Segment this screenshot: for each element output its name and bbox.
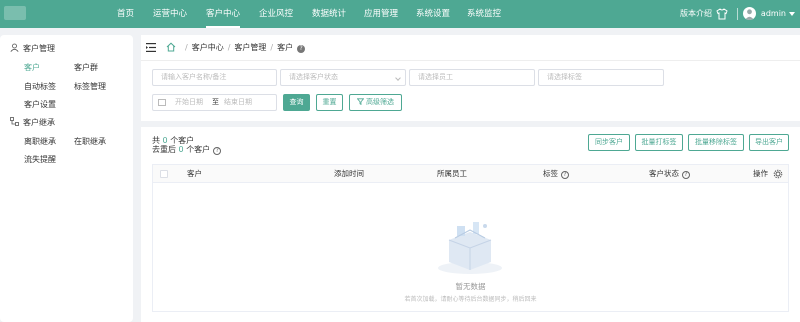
sidebar-group-label: 客户继承 — [23, 118, 55, 127]
select-all-checkbox[interactable] — [160, 170, 168, 178]
sidebar-group-customer-inherit[interactable]: 客户继承 — [10, 117, 55, 128]
sidebar-item-tag-management[interactable]: 标签管理 — [74, 81, 106, 92]
nav-item-operations[interactable]: 运营中心 — [153, 0, 187, 28]
logo[interactable] — [4, 6, 26, 20]
nav-item-apps[interactable]: 应用管理 — [364, 0, 398, 28]
customer-table: 客户 添加时间 所属员工 标签? 客户状态? 操作 暂无数据 若首次加载，请耐心… — [152, 164, 789, 312]
customer-status-placeholder: 请选择客户状态 — [289, 73, 338, 81]
results-panel: 共 0 个客户 去重后 0 个客户? 同步客户 批量打标签 批量移除标签 导出客… — [141, 127, 800, 322]
sidebar-item-auto-tags[interactable]: 自动标签 — [24, 81, 56, 92]
column-header-status: 客户状态? — [649, 165, 690, 183]
search-button[interactable]: 查询 — [283, 94, 310, 111]
username[interactable]: admin — [761, 0, 786, 28]
empty-state-subtitle: 若首次加载，请耐心等待后台数据同步，稍后回来 — [404, 296, 537, 303]
status-header-label: 客户状态 — [649, 169, 679, 178]
calendar-icon — [158, 99, 166, 106]
export-customers-button[interactable]: 导出客户 — [749, 134, 789, 151]
sidebar-item-active-inherit[interactable]: 在职继承 — [74, 136, 106, 147]
top-navbar: 首页 运营中心 客户中心 企业风控 数据统计 应用管理 系统设置 系统监控 版本… — [0, 0, 800, 28]
breadcrumb-separator: / — [185, 43, 188, 52]
sidebar-item-customer-settings[interactable]: 客户设置 — [24, 99, 56, 110]
dedup-prefix: 去重后 — [152, 145, 176, 154]
empty-state-illustration — [438, 222, 502, 274]
dedup-count: 去重后 0 个客户? — [152, 144, 222, 155]
version-intro-link[interactable]: 版本介绍 — [680, 0, 712, 28]
gear-icon[interactable] — [773, 169, 783, 179]
filter-icon — [356, 98, 365, 106]
table-header: 客户 添加时间 所属员工 标签? 客户状态? 操作 — [153, 165, 788, 183]
breadcrumb-bar: / 客户中心 / 客户管理 / 客户? — [141, 35, 800, 61]
sidebar-item-resigned-inherit[interactable]: 离职继承 — [24, 136, 56, 147]
user-icon — [745, 9, 754, 20]
filter-panel: 请输入客户名称/备注 请选择客户状态 请选择员工 请选择标签 开始日期 至 结束… — [141, 61, 800, 121]
nav-item-monitor[interactable]: 系统监控 — [467, 0, 501, 28]
tag-select[interactable]: 请选择标签 — [538, 69, 664, 86]
sidebar-group-customer-management[interactable]: 客户管理 — [10, 43, 55, 54]
nav-item-settings[interactable]: 系统设置 — [416, 0, 450, 28]
date-separator: 至 — [212, 98, 219, 106]
customer-name-input[interactable]: 请输入客户名称/备注 — [152, 69, 277, 86]
sidebar-item-churn-alert[interactable]: 流失提醒 — [24, 154, 56, 165]
sidebar-group-label: 客户管理 — [23, 44, 55, 53]
breadcrumb-item-customer-center[interactable]: 客户中心 — [192, 43, 224, 52]
help-icon[interactable]: ? — [561, 171, 569, 179]
column-header-customer: 客户 — [187, 169, 202, 178]
advanced-filter-button[interactable]: 高级筛选 — [349, 94, 402, 111]
column-header-added-time[interactable]: 添加时间 — [334, 165, 364, 183]
advanced-filter-label: 高级筛选 — [366, 98, 394, 106]
breadcrumb-item-customer-management[interactable]: 客户管理 — [234, 43, 266, 52]
sidebar-item-customer-groups[interactable]: 客户群 — [74, 62, 98, 73]
chevron-down-icon[interactable] — [789, 12, 795, 16]
inherit-icon — [10, 117, 19, 126]
dedup-suffix: 个客户 — [186, 145, 211, 154]
empty-state-title: 暂无数据 — [455, 282, 486, 291]
help-icon[interactable]: ? — [682, 171, 690, 179]
reset-button[interactable]: 重置 — [316, 94, 343, 111]
nav-item-customers[interactable]: 客户中心 — [206, 0, 241, 28]
batch-remove-tag-button[interactable]: 批量移除标签 — [688, 134, 744, 151]
nav-item-risk[interactable]: 企业风控 — [259, 0, 293, 28]
date-range-picker[interactable]: 开始日期 至 结束日期 — [152, 94, 277, 111]
shirt-icon[interactable] — [716, 8, 728, 20]
avatar[interactable] — [743, 7, 756, 20]
help-icon[interactable]: ? — [297, 45, 306, 53]
batch-tag-button[interactable]: 批量打标签 — [635, 134, 683, 151]
user-icon — [10, 43, 19, 52]
home-icon[interactable] — [166, 42, 176, 52]
customer-status-select[interactable]: 请选择客户状态 — [280, 69, 406, 86]
breadcrumb: / 客户中心 / 客户管理 / 客户? — [181, 35, 306, 61]
tags-header-label: 标签 — [543, 169, 558, 178]
sidebar-item-customers[interactable]: 客户 — [24, 62, 40, 73]
breadcrumb-separator: / — [227, 43, 231, 52]
dedup-count-value: 0 — [178, 145, 184, 154]
chevron-down-icon — [395, 75, 401, 81]
end-date-input[interactable]: 结束日期 — [224, 95, 252, 110]
breadcrumb-item-customers: 客户 — [277, 43, 294, 52]
nav-item-stats[interactable]: 数据统计 — [312, 0, 346, 28]
column-header-actions: 操作 — [753, 169, 768, 178]
menu-toggle-icon[interactable] — [146, 43, 156, 52]
staff-select[interactable]: 请选择员工 — [409, 69, 535, 86]
column-header-tags: 标签? — [543, 165, 569, 183]
column-header-staff: 所属员工 — [437, 169, 467, 178]
nav-item-home[interactable]: 首页 — [117, 0, 134, 28]
help-icon[interactable]: ? — [213, 147, 222, 155]
sync-customers-button[interactable]: 同步客户 — [588, 134, 630, 151]
divider — [737, 8, 738, 20]
breadcrumb-separator: / — [270, 43, 274, 52]
sidebar: 客户管理 客户 客户群 自动标签 标签管理 客户设置 客户继承 离职继承 在职继… — [0, 35, 133, 322]
start-date-input[interactable]: 开始日期 — [175, 95, 203, 110]
